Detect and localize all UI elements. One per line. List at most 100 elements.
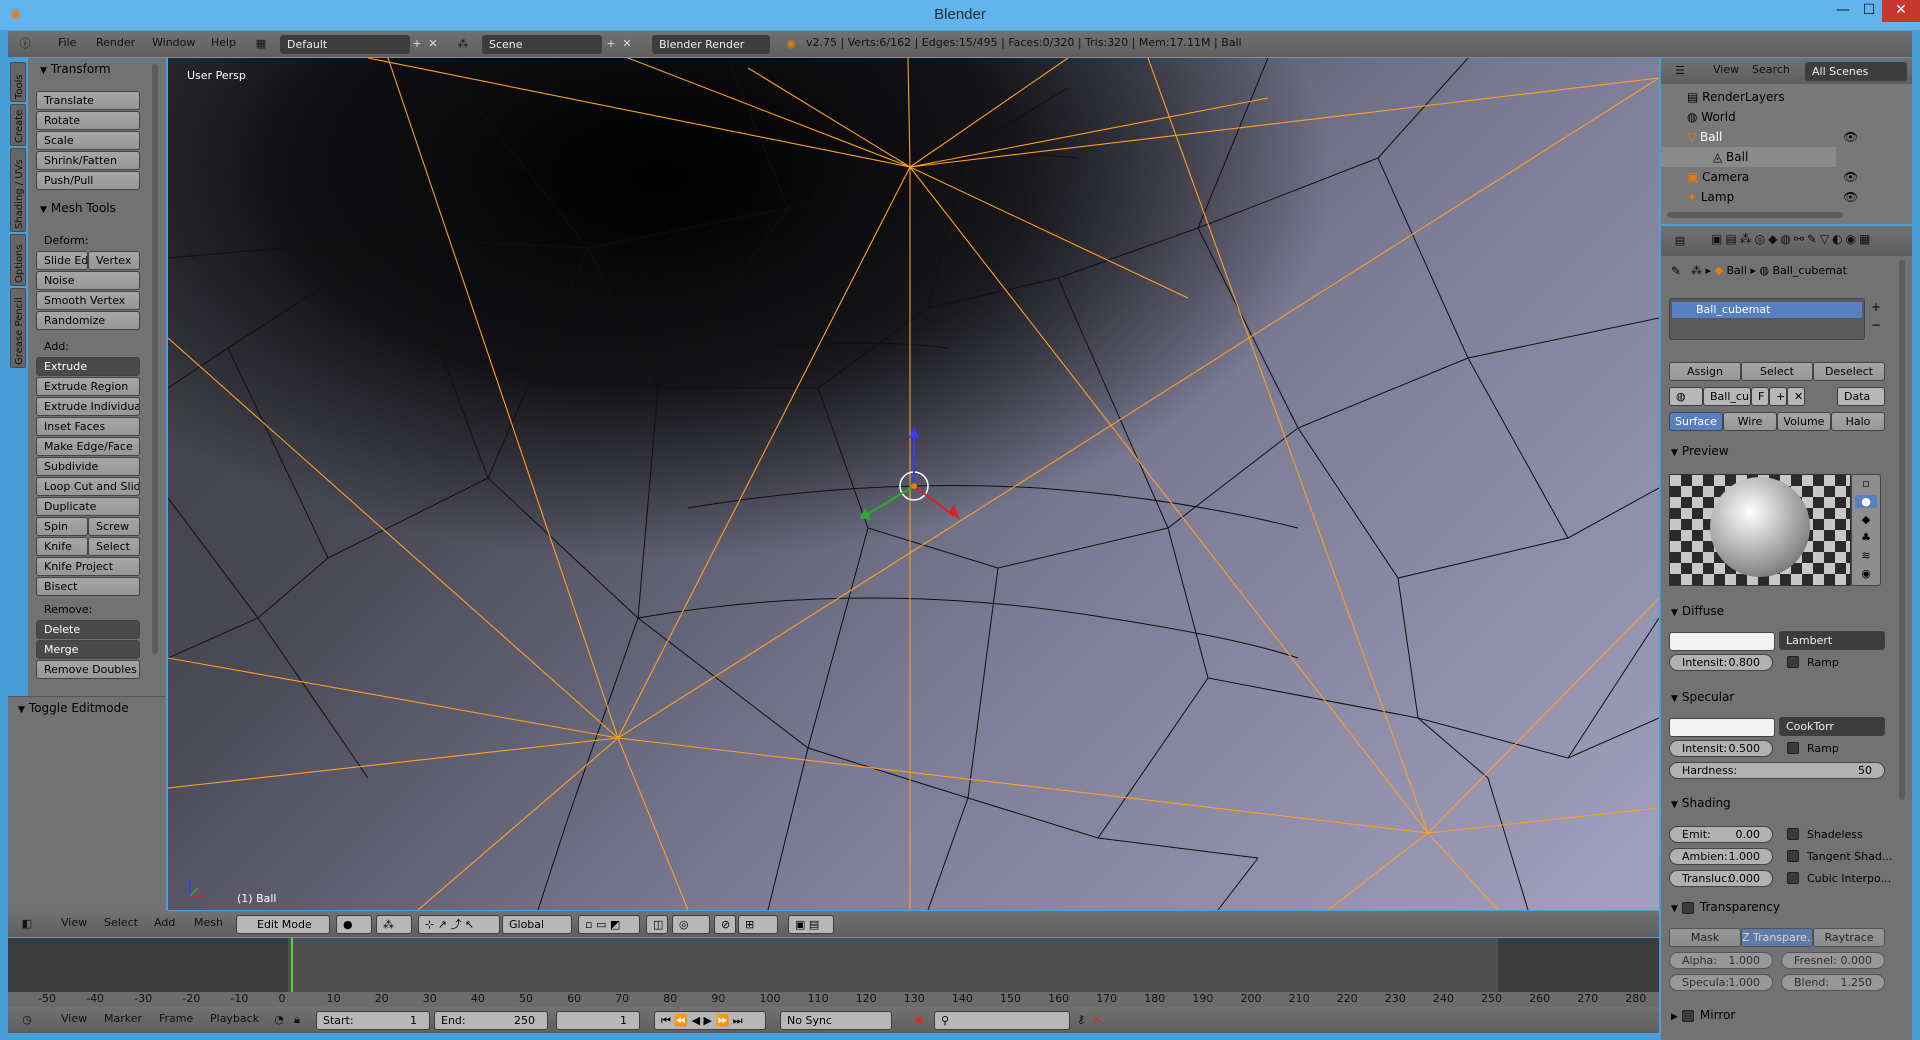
extrude-region-button[interactable]: Extrude Region [36, 377, 140, 396]
toggle-editmode-header[interactable]: ▼ Toggle Editmode [18, 701, 129, 715]
diffuse-intensity-slider[interactable]: Intensit: 0.800 [1669, 654, 1773, 671]
diffuse-shader-dropdown[interactable]: Lambert [1779, 631, 1885, 650]
diffuse-ramp-checkbox[interactable] [1787, 656, 1799, 668]
remove-doubles-button[interactable]: Remove Doubles [36, 660, 140, 679]
push-pull-button[interactable]: Push/Pull [36, 171, 140, 190]
transparency-mask-tab[interactable]: Mask [1669, 928, 1741, 947]
outliner-row-ball[interactable]: ▽ Ball [1687, 130, 1722, 144]
end-frame-field[interactable]: End: 250 [434, 1011, 548, 1030]
snap-element-dropdown[interactable]: ⊞ [738, 915, 778, 934]
3d-viewport[interactable]: User Persp (1) Ball [168, 58, 1659, 910]
occlude-geometry-toggle[interactable]: ◫ [646, 915, 668, 934]
keying-set-field[interactable]: ⚲ [934, 1011, 1070, 1030]
material-link-dropdown[interactable]: Data [1837, 387, 1885, 406]
material-name-field[interactable]: Ball_cu [1703, 387, 1751, 406]
specular-panel-header[interactable]: ▼ Specular [1671, 690, 1734, 704]
view3d-menu-select[interactable]: Select [104, 911, 138, 937]
tab-wire[interactable]: Wire [1723, 412, 1777, 431]
scale-button[interactable]: Scale [36, 131, 140, 150]
delete-dropdown[interactable]: Delete [36, 620, 140, 639]
insert-keyframe-icon[interactable]: ⚷ [1074, 1013, 1088, 1027]
timeline-menu-view[interactable]: View [61, 1007, 87, 1033]
viewport-mesh[interactable] [168, 58, 1659, 910]
select-material-button[interactable]: Select [1741, 362, 1813, 381]
scene-field[interactable]: Scene [482, 35, 602, 54]
translate-button[interactable]: Translate [36, 91, 140, 110]
clock-icon[interactable]: ◔ [272, 1013, 286, 1027]
screen-layout-icon[interactable]: ▦ [254, 37, 268, 51]
diffuse-panel-header[interactable]: ▼ Diffuse [1671, 604, 1724, 618]
tab-volume[interactable]: Volume [1777, 412, 1831, 431]
tab-surface[interactable]: Surface [1669, 412, 1723, 431]
alpha-slider[interactable]: Alpha: 1.000 [1669, 952, 1773, 969]
tangent-shading-checkbox[interactable] [1787, 850, 1799, 862]
tab-shading-uvs[interactable]: Shading / UVs [10, 148, 26, 232]
current-frame-field[interactable]: 1 [556, 1011, 640, 1030]
lock-icon[interactable]: 🔒︎ [290, 1013, 304, 1027]
emit-slider[interactable]: Emit: 0.00 [1669, 826, 1773, 843]
merge-dropdown[interactable]: Merge [36, 640, 140, 659]
maximize-button[interactable]: ☐ [1856, 0, 1882, 22]
duplicate-button[interactable]: Duplicate [36, 497, 140, 516]
material-slot-item[interactable]: Ball_cubemat [1672, 302, 1862, 318]
sync-mode-dropdown[interactable]: No Sync [780, 1011, 892, 1030]
loop-cut-button[interactable]: Loop Cut and Slide [36, 477, 140, 496]
tab-halo[interactable]: Halo [1831, 412, 1885, 431]
fresnel-slider[interactable]: Fresnel: 0.000 [1781, 952, 1885, 969]
outliner-row-world[interactable]: ◍ World [1687, 110, 1736, 124]
transparency-raytrace-tab[interactable]: Raytrace [1813, 928, 1885, 947]
specular-alpha-slider[interactable]: Specula: 1.000 [1669, 974, 1773, 991]
outliner-editor-icon[interactable]: ☰ [1673, 64, 1687, 78]
playback-controls[interactable]: ⏮ ⏪ ◀ ▶ ⏩ ⏭ [654, 1011, 766, 1030]
transform-orientation-dropdown[interactable]: Global [502, 915, 572, 934]
remove-scene-icon[interactable]: ✕ [620, 37, 634, 51]
interaction-mode-dropdown[interactable]: Edit Mode [236, 915, 330, 934]
scene-icon[interactable]: ⁂ [456, 37, 470, 51]
properties-scrollbar[interactable] [1899, 260, 1905, 800]
preview-panel-header[interactable]: ▼ Preview [1671, 444, 1729, 458]
start-frame-field[interactable]: Start: 1 [316, 1011, 430, 1030]
timeline-editor-icon[interactable]: ◷ [20, 1013, 34, 1027]
screen-layout-field[interactable]: Default [280, 35, 410, 54]
make-edge-face-button[interactable]: Make Edge/Face [36, 437, 140, 456]
unlink-material-button[interactable]: ✕ [1787, 387, 1805, 406]
slide-edge-button[interactable]: Slide Ed [36, 251, 88, 270]
transparency-checkbox[interactable] [1681, 901, 1694, 914]
specular-shader-dropdown[interactable]: CookTorr [1779, 717, 1885, 736]
diffuse-color-swatch[interactable] [1669, 632, 1775, 651]
subdivide-button[interactable]: Subdivide [36, 457, 140, 476]
render-engine-dropdown[interactable]: Blender Render [652, 35, 770, 54]
select-mode-buttons[interactable]: ▫ ▭ ◩ [578, 915, 640, 934]
bisect-button[interactable]: Bisect [36, 577, 140, 596]
view3d-menu-view[interactable]: View [61, 911, 87, 937]
opengl-render-buttons[interactable]: ▣ ▤ [788, 915, 834, 934]
specular-intensity-slider[interactable]: Intensit: 0.500 [1669, 740, 1773, 757]
preview-type-buttons[interactable]: ▫ ● ◆ ♣ ≋ ◉ [1851, 474, 1881, 586]
material-slot-list[interactable]: Ball_cubemat [1669, 298, 1865, 340]
timeline-menu-frame[interactable]: Frame [159, 1007, 193, 1033]
shading-panel-header[interactable]: ▼ Shading [1671, 796, 1731, 810]
remove-layout-icon[interactable]: ✕ [426, 37, 440, 51]
timeline-menu-playback[interactable]: Playback [210, 1007, 259, 1033]
outliner-display-filter[interactable]: All Scenes [1805, 62, 1907, 81]
mesh-tools-panel-header[interactable]: ▼ Mesh Tools [40, 201, 116, 215]
current-frame-cursor[interactable] [291, 938, 293, 992]
outliner-menu-view[interactable]: View [1713, 58, 1739, 84]
transparency-panel-header[interactable]: ▼ Transparency [1671, 900, 1780, 914]
extrude-individual-button[interactable]: Extrude Individual [36, 397, 140, 416]
shadeless-checkbox[interactable] [1787, 828, 1799, 840]
knife-button[interactable]: Knife [36, 537, 88, 556]
menu-help[interactable]: Help [211, 31, 236, 57]
tab-options[interactable]: Options [10, 234, 26, 286]
menu-render[interactable]: Render [96, 31, 135, 57]
blend-slider[interactable]: Blend: 1.250 [1781, 974, 1885, 991]
view3d-menu-mesh[interactable]: Mesh [194, 911, 223, 937]
fake-user-button[interactable]: F [1751, 387, 1769, 406]
menu-window[interactable]: Window [152, 31, 195, 57]
extrude-dropdown[interactable]: Extrude [36, 357, 140, 376]
viewport-shading-dropdown[interactable]: ● [336, 915, 372, 934]
outliner-menu-search[interactable]: Search [1752, 58, 1790, 84]
mirror-checkbox[interactable] [1681, 1009, 1694, 1022]
proportional-editing-dropdown[interactable]: ◎ [672, 915, 710, 934]
outliner-row-lamp[interactable]: ✦ Lamp [1687, 190, 1734, 204]
